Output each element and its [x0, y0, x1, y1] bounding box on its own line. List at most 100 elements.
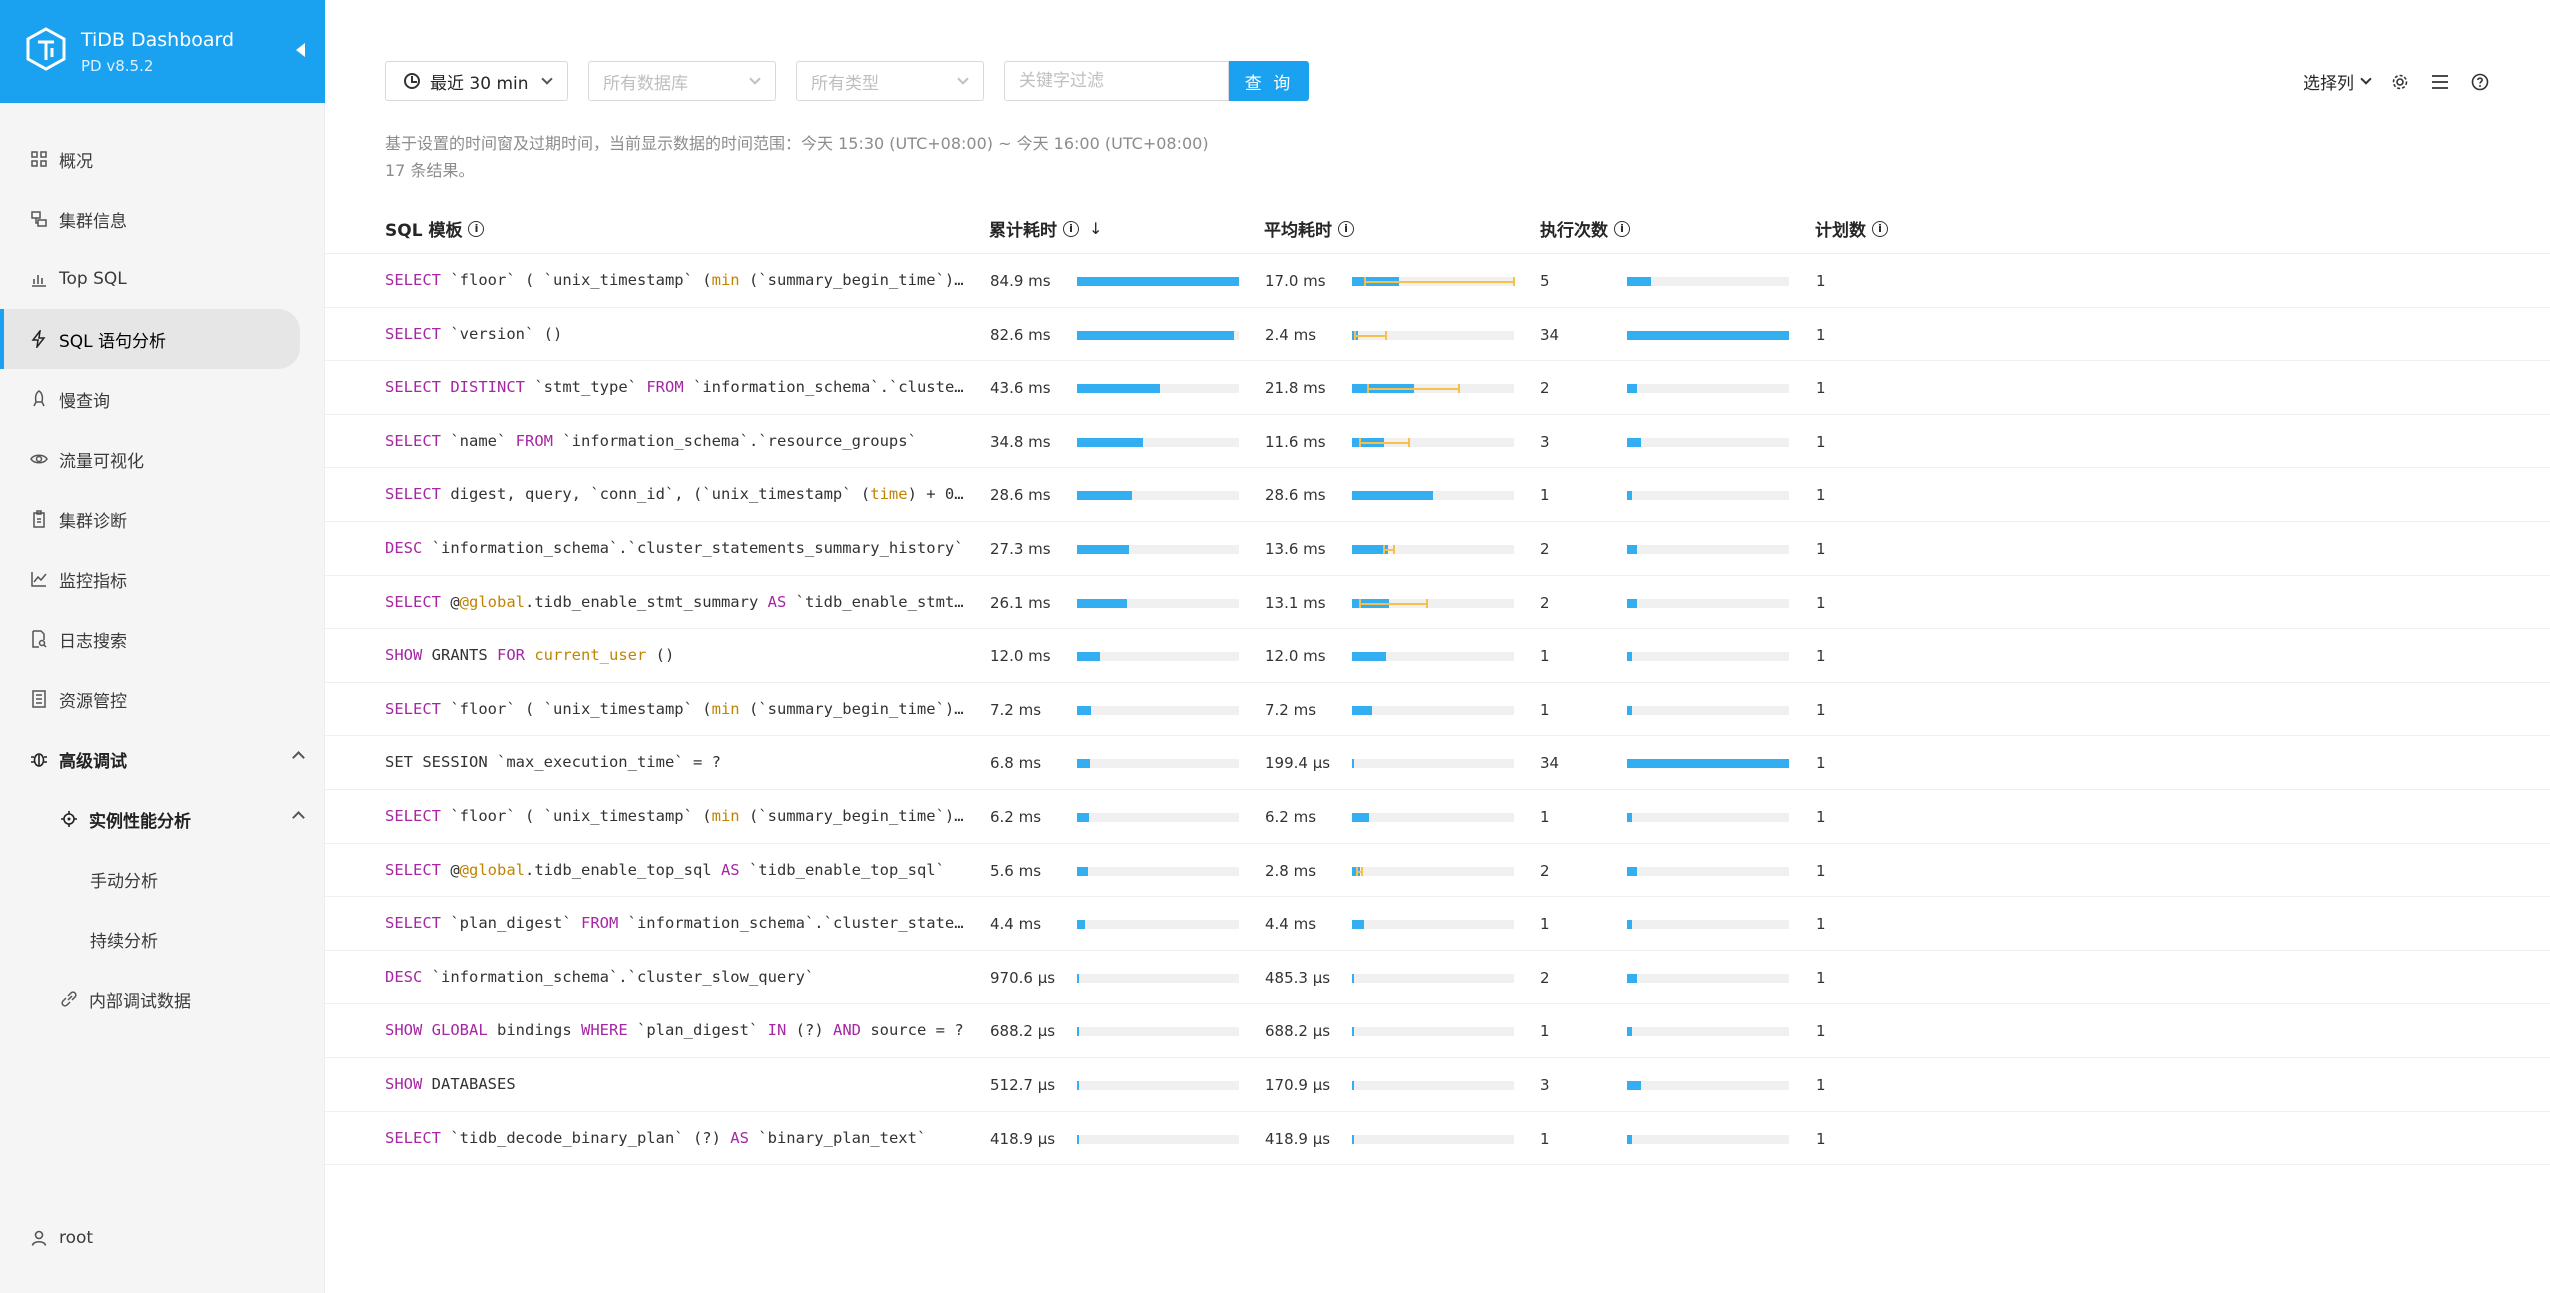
- col-header-sql[interactable]: SQL 模板 i: [385, 216, 485, 241]
- col-header-sum-latency[interactable]: 累计耗时 i ↓: [989, 216, 1102, 241]
- database-select[interactable]: 所有数据库: [588, 61, 776, 101]
- info-icon: i: [468, 220, 485, 237]
- avg-latency-value: 6.2 ms: [1265, 807, 1317, 826]
- table-row[interactable]: SELECT digest, query, `conn_id`, (`unix_…: [325, 468, 2550, 522]
- col-header-plan-count[interactable]: 计划数 i: [1815, 216, 1888, 241]
- menu-slow-query[interactable]: 慢查询: [0, 369, 325, 429]
- menu-continuous-profiling[interactable]: 持续分析: [0, 909, 325, 969]
- link-icon: [60, 990, 78, 1008]
- sum-latency-bar: [1077, 759, 1239, 769]
- avg-latency-value: 4.4 ms: [1265, 915, 1317, 934]
- menu-sql-statements[interactable]: SQL 语句分析: [0, 309, 300, 369]
- menu-resource-manager[interactable]: 资源管控: [0, 669, 325, 729]
- query-button[interactable]: 查 询: [1229, 61, 1309, 101]
- menu-item-label: 日志搜索: [59, 631, 127, 652]
- user-menu[interactable]: root: [30, 1228, 93, 1248]
- sum-latency-bar-fill: [1077, 1027, 1079, 1037]
- sql-template[interactable]: SELECT `version` (): [385, 325, 965, 343]
- exec-count-value: 34: [1540, 754, 1560, 773]
- menu-diagnose[interactable]: 集群诊断: [0, 489, 325, 549]
- table-row[interactable]: SET SESSION `max_execution_time` = ? 6.8 …: [325, 736, 2550, 790]
- statements-table: SQL 模板 i 累计耗时 i ↓ 平均耗时 i 执行次数 i 计划数 i SELECT `…: [325, 204, 2550, 1166]
- table-row[interactable]: SELECT `plan_digest` FROM `information_s…: [325, 897, 2550, 951]
- help-icon[interactable]: [2470, 72, 2490, 92]
- sql-template[interactable]: SELECT @@global.tidb_enable_stmt_summary…: [385, 593, 965, 611]
- col-header-sql-label: SQL 模板: [385, 221, 463, 241]
- table-row[interactable]: SELECT @@global.tidb_enable_stmt_summary…: [325, 576, 2550, 630]
- sql-template[interactable]: SHOW DATABASES: [385, 1075, 965, 1093]
- exec-count-value: 1: [1540, 1129, 1550, 1148]
- info-icon: i: [1614, 220, 1630, 237]
- table-row[interactable]: SELECT DISTINCT `stmt_type` FROM `inform…: [325, 361, 2550, 415]
- exec-count-bar-fill: [1627, 1134, 1632, 1144]
- table-row[interactable]: SELECT `name` FROM `information_schema`.…: [325, 415, 2550, 469]
- menu-search-logs[interactable]: 日志搜索: [0, 609, 325, 669]
- menu-manual-profiling[interactable]: 手动分析: [0, 849, 325, 909]
- sql-template[interactable]: SHOW GRANTS FOR current_user (): [385, 646, 965, 664]
- avg-latency-bar: [1352, 437, 1514, 447]
- sum-latency-bar-fill: [1077, 277, 1239, 286]
- sql-template[interactable]: SELECT `name` FROM `information_schema`.…: [385, 432, 965, 450]
- menu-monitoring[interactable]: 监控指标: [0, 549, 325, 609]
- table-row[interactable]: DESC `information_schema`.`cluster_state…: [325, 522, 2550, 576]
- table-row[interactable]: SELECT @@global.tidb_enable_top_sql AS `…: [325, 844, 2550, 898]
- avg-latency-value: 199.4 µs: [1265, 754, 1331, 773]
- sum-latency-bar: [1077, 652, 1239, 662]
- chevron-up-icon: [292, 751, 305, 764]
- collapse-sidebar-icon[interactable]: [296, 43, 305, 57]
- sql-template[interactable]: SELECT @@global.tidb_enable_top_sql AS `…: [385, 861, 965, 879]
- plan-count-value: 1: [1816, 1075, 1826, 1094]
- time-range-picker[interactable]: 最近 30 min: [385, 61, 568, 101]
- menu-top-sql[interactable]: Top SQL: [0, 249, 325, 309]
- info-icon: i: [1063, 220, 1079, 237]
- sql-template[interactable]: SELECT `tidb_decode_binary_plan` (?) AS …: [385, 1129, 965, 1147]
- table-header: SQL 模板 i 累计耗时 i ↓ 平均耗时 i 执行次数 i 计划数 i: [325, 204, 2550, 254]
- table-row[interactable]: SHOW DATABASES 512.7 µs 170.9 µs 3 1: [325, 1058, 2550, 1112]
- avg-latency-bar-whisker-end: [1457, 384, 1460, 394]
- table-row[interactable]: SELECT `tidb_decode_binary_plan` (?) AS …: [325, 1112, 2550, 1166]
- list-box-icon: [30, 690, 48, 708]
- col-header-avg-latency[interactable]: 平均耗时 i: [1264, 216, 1354, 241]
- keyword-search-input[interactable]: [1005, 62, 1228, 100]
- exec-count-value: 5: [1540, 272, 1550, 290]
- plan-count-value: 1: [1816, 539, 1826, 558]
- table-row[interactable]: SHOW GRANTS FOR current_user () 12.0 ms 12…: [325, 629, 2550, 683]
- sql-template[interactable]: SELECT `plan_digest` FROM `information_s…: [385, 914, 965, 932]
- sql-template[interactable]: SELECT digest, query, `conn_id`, (`unix_…: [385, 485, 965, 503]
- sum-latency-bar: [1077, 973, 1239, 983]
- table-row[interactable]: SELECT `floor` ( `unix_timestamp` (min (…: [325, 683, 2550, 737]
- menu-keyviz[interactable]: 流量可视化: [0, 429, 325, 489]
- statement-type-select[interactable]: 所有类型: [796, 61, 984, 101]
- menu-cluster-info[interactable]: 集群信息: [0, 189, 325, 249]
- menu-advanced-debug[interactable]: 高级调试: [0, 729, 325, 789]
- avg-latency-bar-whisker-end: [1367, 384, 1370, 394]
- sql-template[interactable]: DESC `information_schema`.`cluster_slow_…: [385, 968, 965, 986]
- sql-template[interactable]: SELECT `floor` ( `unix_timestamp` (min (…: [385, 807, 965, 825]
- sum-latency-bar-fill: [1077, 544, 1129, 554]
- sql-template[interactable]: SELECT `floor` ( `unix_timestamp` (min (…: [385, 700, 965, 718]
- menu-debug-data[interactable]: 内部调试数据: [0, 969, 325, 1029]
- sql-template[interactable]: SHOW GLOBAL bindings WHERE `plan_digest`…: [385, 1021, 965, 1039]
- table-row[interactable]: SHOW GLOBAL bindings WHERE `plan_digest`…: [325, 1004, 2550, 1058]
- sql-template[interactable]: DESC `information_schema`.`cluster_state…: [385, 539, 965, 557]
- table-row[interactable]: SELECT `version` () 82.6 ms 2.4 ms 34 1: [325, 308, 2550, 362]
- menu-item-label: 内部调试数据: [89, 991, 191, 1012]
- sum-latency-value: 688.2 µs: [990, 1022, 1056, 1041]
- gear-icon[interactable]: [2390, 72, 2410, 92]
- select-columns-dropdown[interactable]: 选择列: [2303, 69, 2372, 94]
- menu-overview[interactable]: 概况: [0, 129, 325, 189]
- exec-count-value: 1: [1540, 486, 1550, 505]
- table-row[interactable]: DESC `information_schema`.`cluster_slow_…: [325, 951, 2550, 1005]
- col-header-exec-count[interactable]: 执行次数 i: [1540, 216, 1630, 241]
- filter-toolbar: 最近 30 min 所有数据库 所有类型 查 询: [385, 61, 1309, 101]
- sum-latency-bar-fill: [1077, 973, 1079, 983]
- menu-instance-profiling[interactable]: 实例性能分析: [0, 789, 325, 849]
- sum-latency-bar: [1077, 598, 1239, 608]
- menu-lines-icon[interactable]: [2430, 72, 2450, 92]
- table-row[interactable]: SELECT `floor` ( `unix_timestamp` (min (…: [325, 254, 2550, 308]
- sql-template[interactable]: SELECT DISTINCT `stmt_type` FROM `inform…: [385, 378, 965, 396]
- sql-template[interactable]: SET SESSION `max_execution_time` = ?: [385, 753, 965, 771]
- table-row[interactable]: SELECT `floor` ( `unix_timestamp` (min (…: [325, 790, 2550, 844]
- sql-template[interactable]: SELECT `floor` ( `unix_timestamp` (min (…: [385, 271, 965, 289]
- result-info: 基于设置的时间窗及过期时间，当前显示数据的时间范围：今天 15:30 (UTC+…: [385, 130, 1209, 184]
